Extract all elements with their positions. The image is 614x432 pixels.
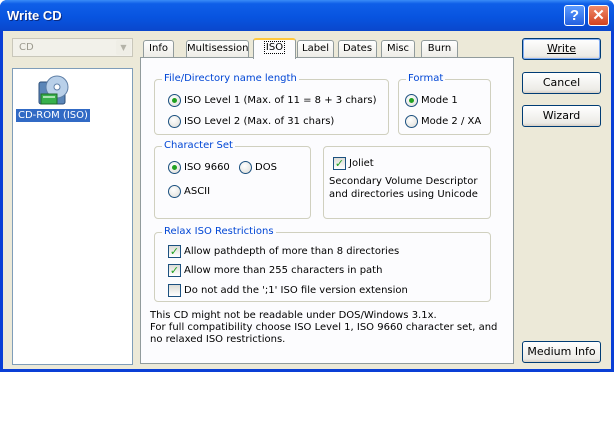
medium-info-button[interactable]: Medium Info bbox=[522, 341, 601, 363]
tab-iso[interactable]: ISO bbox=[253, 38, 296, 59]
window-title: Write CD bbox=[7, 8, 62, 23]
checkbox-checked-icon[interactable]: ✓ bbox=[168, 245, 181, 258]
cd-rom-iso-item[interactable]: CD-ROM (ISO) bbox=[15, 108, 91, 123]
radio-unselected-icon[interactable] bbox=[168, 115, 181, 128]
cancel-button[interactable]: Cancel bbox=[522, 72, 601, 94]
character-set-group-title: Character Set bbox=[162, 140, 235, 151]
relax-iso-group: Relax ISO Restrictions ✓ Allow pathdepth… bbox=[154, 226, 491, 302]
relax-iso-group-title: Relax ISO Restrictions bbox=[162, 226, 276, 237]
radio-selected-icon[interactable] bbox=[168, 94, 181, 107]
close-button[interactable]: ✕ bbox=[588, 5, 609, 26]
tab-burn[interactable]: Burn bbox=[421, 40, 458, 58]
wizard-button[interactable]: Wizard bbox=[522, 105, 601, 127]
write-button[interactable]: Write bbox=[522, 38, 601, 60]
tab-label[interactable]: Label bbox=[297, 40, 334, 58]
radio-selected-icon[interactable] bbox=[168, 161, 181, 174]
tab-misc[interactable]: Misc bbox=[381, 40, 415, 58]
help-button[interactable]: ? bbox=[564, 5, 585, 26]
radio-selected-icon[interactable] bbox=[405, 94, 418, 107]
compilation-type-list[interactable]: CD-ROM (ISO) bbox=[12, 68, 133, 365]
recorder-type-value: CD bbox=[19, 42, 34, 53]
radio-unselected-icon[interactable] bbox=[405, 115, 418, 128]
format-group-title: Format bbox=[406, 73, 446, 84]
character-set-group: Character Set ISO 9660 DOS ASCII bbox=[154, 140, 311, 219]
name-length-group: File/Directory name length ISO Level 1 (… bbox=[154, 73, 389, 135]
radio-unselected-icon[interactable] bbox=[168, 185, 181, 198]
format-group: Format Mode 1 Mode 2 / XA bbox=[398, 73, 491, 135]
cd-drive-icon bbox=[37, 74, 71, 111]
compatibility-note: This CD might not be readable under DOS/… bbox=[150, 310, 498, 345]
write-cd-dialog: Write CD ? ✕ CD ▼ CD-ROM (ISO) Info Mult… bbox=[0, 0, 614, 372]
tab-dates[interactable]: Dates bbox=[338, 40, 377, 58]
name-length-group-title: File/Directory name length bbox=[162, 73, 299, 84]
checkbox-checked-icon[interactable]: ✓ bbox=[168, 264, 181, 277]
title-bar[interactable]: Write CD ? ✕ bbox=[0, 0, 614, 31]
joliet-description: Secondary Volume Descriptor and director… bbox=[329, 176, 478, 200]
joliet-group: ✓ Joliet Secondary Volume Descriptor and… bbox=[323, 146, 491, 219]
checkbox-checked-icon[interactable]: ✓ bbox=[333, 157, 346, 170]
tab-multisession[interactable]: Multisession bbox=[186, 40, 249, 58]
dialog-client-area: CD ▼ CD-ROM (ISO) Info Multisession ISO … bbox=[3, 31, 611, 369]
radio-unselected-icon[interactable] bbox=[239, 161, 252, 174]
recorder-type-combo[interactable]: CD ▼ bbox=[12, 38, 133, 57]
chevron-down-icon[interactable]: ▼ bbox=[116, 40, 131, 55]
checkbox-unchecked-icon[interactable] bbox=[168, 284, 181, 297]
tab-info[interactable]: Info bbox=[143, 40, 174, 58]
